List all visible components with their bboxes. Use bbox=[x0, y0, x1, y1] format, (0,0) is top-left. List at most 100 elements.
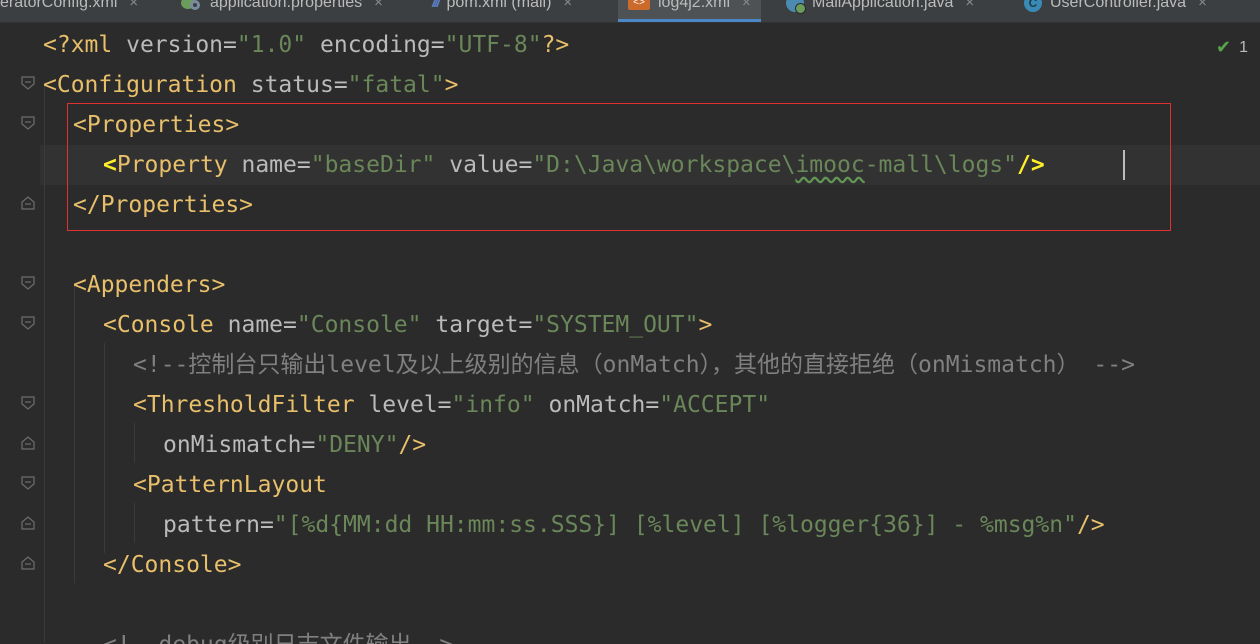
close-icon[interactable]: × bbox=[1198, 0, 1207, 14]
code-line-9[interactable]: <ThresholdFilter level="info" onMatch="A… bbox=[133, 385, 770, 425]
comment: <!--debug级别日志文件输出--> bbox=[103, 632, 453, 644]
tab-label: MallApplication.java bbox=[812, 0, 954, 11]
tag: <PatternLayout bbox=[133, 472, 327, 498]
attr-name: version bbox=[126, 32, 224, 58]
inspection-widget[interactable]: ✔ 1 bbox=[1216, 37, 1248, 58]
xml-declaration: <?xml bbox=[43, 32, 127, 58]
attr-value: "SYSTEM_OUT" bbox=[532, 312, 699, 338]
equals: = bbox=[223, 32, 237, 58]
tag-self-close: /> bbox=[398, 432, 427, 458]
attr-value: "ACCEPT" bbox=[659, 392, 771, 418]
attr-name: onMismatch bbox=[163, 432, 302, 458]
tag-end: > bbox=[444, 72, 459, 98]
fold-open-icon[interactable] bbox=[20, 115, 36, 131]
editor-gutter bbox=[0, 23, 40, 644]
tab-user-controller[interactable]: C UserController.java × bbox=[1024, 0, 1207, 22]
check-icon: ✔ bbox=[1216, 37, 1232, 57]
equals: = bbox=[437, 392, 452, 418]
equals: = bbox=[283, 312, 297, 338]
xml-declaration-end: ?> bbox=[541, 32, 570, 58]
code-editor[interactable]: <?xml version="1.0" encoding="UTF-8"?> <… bbox=[0, 23, 1260, 644]
close-icon[interactable]: × bbox=[129, 0, 138, 14]
maven-icon: /// bbox=[432, 0, 440, 11]
fold-close-icon[interactable] bbox=[20, 195, 36, 211]
tab-generator-config[interactable]: eratorConfig.xml × bbox=[0, 0, 138, 22]
tab-label: log4j2.xml bbox=[658, 0, 731, 11]
spring-boot-class-icon bbox=[786, 0, 806, 14]
code-line-14[interactable]: <!--debug级别日志文件输出--> bbox=[103, 625, 453, 644]
java-class-icon: C bbox=[1024, 0, 1042, 12]
equals: = bbox=[430, 32, 445, 58]
attr-name: level bbox=[368, 392, 438, 418]
code-line-10[interactable]: onMismatch="DENY"/> bbox=[163, 425, 426, 465]
attr-value: "fatal" bbox=[347, 72, 445, 98]
attr-name: status bbox=[250, 72, 334, 98]
code-line-13[interactable]: </Console> bbox=[103, 545, 241, 585]
tag: <ThresholdFilter bbox=[133, 392, 369, 418]
comment: <!--控制台只输出level及以上级别的信息（onMatch），其他的直接拒绝… bbox=[133, 352, 1135, 378]
annotation-highlight-box bbox=[67, 103, 1171, 231]
tab-application-properties[interactable]: application.properties × bbox=[180, 0, 383, 22]
tab-pom-xml[interactable]: /// pom.xml (mall) × bbox=[432, 0, 572, 22]
code-line-6[interactable]: <Appenders> bbox=[73, 265, 225, 305]
attr-value: "UTF-8" bbox=[444, 32, 542, 58]
tag: <Appenders> bbox=[73, 272, 226, 298]
attr-value: "[%d{MM:dd HH:mm:ss.SSS}] [%level] [%log… bbox=[273, 512, 1077, 538]
attr-name: onMatch bbox=[548, 392, 646, 418]
attr-value: "info" bbox=[451, 392, 535, 418]
attr-name: encoding bbox=[320, 32, 431, 58]
attr-value: "Console" bbox=[296, 312, 422, 338]
attr-value: "1.0" bbox=[236, 32, 307, 58]
tab-label: eratorConfig.xml bbox=[0, 0, 118, 11]
tab-label: pom.xml (mall) bbox=[446, 0, 552, 11]
tab-label: application.properties bbox=[210, 0, 363, 11]
editor-tab-bar: eratorConfig.xml × application.propertie… bbox=[0, 0, 1260, 23]
tab-label: UserController.java bbox=[1050, 0, 1187, 11]
code-line-12[interactable]: pattern="[%d{MM:dd HH:mm:ss.SSS}] [%leve… bbox=[163, 505, 1105, 545]
fold-open-icon[interactable] bbox=[20, 315, 36, 331]
attr-name: target bbox=[435, 312, 519, 338]
indent-guide bbox=[74, 283, 75, 583]
indent-guide bbox=[134, 503, 135, 543]
indent-guide bbox=[104, 343, 105, 553]
close-icon[interactable]: × bbox=[563, 0, 572, 14]
attr-name: pattern bbox=[163, 512, 260, 538]
inspection-count: 1 bbox=[1239, 38, 1248, 56]
tag-end: > bbox=[698, 312, 713, 338]
equals: = bbox=[301, 432, 316, 458]
indent-guide bbox=[44, 83, 45, 643]
indent-guide bbox=[134, 423, 135, 463]
attr-value: "DENY" bbox=[315, 432, 399, 458]
close-icon[interactable]: × bbox=[965, 0, 974, 14]
equals: = bbox=[259, 512, 274, 538]
code-line-11[interactable]: <PatternLayout bbox=[133, 465, 327, 505]
fold-close-icon[interactable] bbox=[20, 435, 36, 451]
equals: = bbox=[333, 72, 348, 98]
fold-close-icon[interactable] bbox=[20, 555, 36, 571]
tag: </Console> bbox=[103, 552, 242, 578]
fold-open-icon[interactable] bbox=[20, 475, 36, 491]
code-line-8[interactable]: <!--控制台只输出level及以上级别的信息（onMatch），其他的直接拒绝… bbox=[133, 345, 1135, 385]
fold-open-icon[interactable] bbox=[20, 275, 36, 291]
tag: <Console bbox=[103, 312, 228, 338]
code-line-7[interactable]: <Console name="Console" target="SYSTEM_O… bbox=[103, 305, 712, 345]
tab-log4j2-xml[interactable]: <> log4j2.xml × bbox=[618, 0, 761, 22]
close-icon[interactable]: × bbox=[742, 0, 751, 14]
close-icon[interactable]: × bbox=[374, 0, 383, 14]
tag: <Configuration bbox=[43, 72, 251, 98]
tag-self-close: /> bbox=[1076, 512, 1105, 538]
attr-name: name bbox=[227, 312, 284, 338]
fold-open-icon[interactable] bbox=[20, 75, 36, 91]
code-line-2[interactable]: <Configuration status="fatal"> bbox=[43, 65, 458, 105]
fold-close-icon[interactable] bbox=[20, 515, 36, 531]
fold-open-icon[interactable] bbox=[20, 395, 36, 411]
equals: = bbox=[645, 392, 660, 418]
tab-mall-application[interactable]: MallApplication.java × bbox=[786, 0, 974, 22]
equals: = bbox=[518, 312, 533, 338]
xml-file-icon: <> bbox=[628, 0, 650, 10]
code-line-1[interactable]: <?xml version="1.0" encoding="UTF-8"?> bbox=[43, 25, 569, 65]
properties-file-icon bbox=[180, 0, 202, 11]
